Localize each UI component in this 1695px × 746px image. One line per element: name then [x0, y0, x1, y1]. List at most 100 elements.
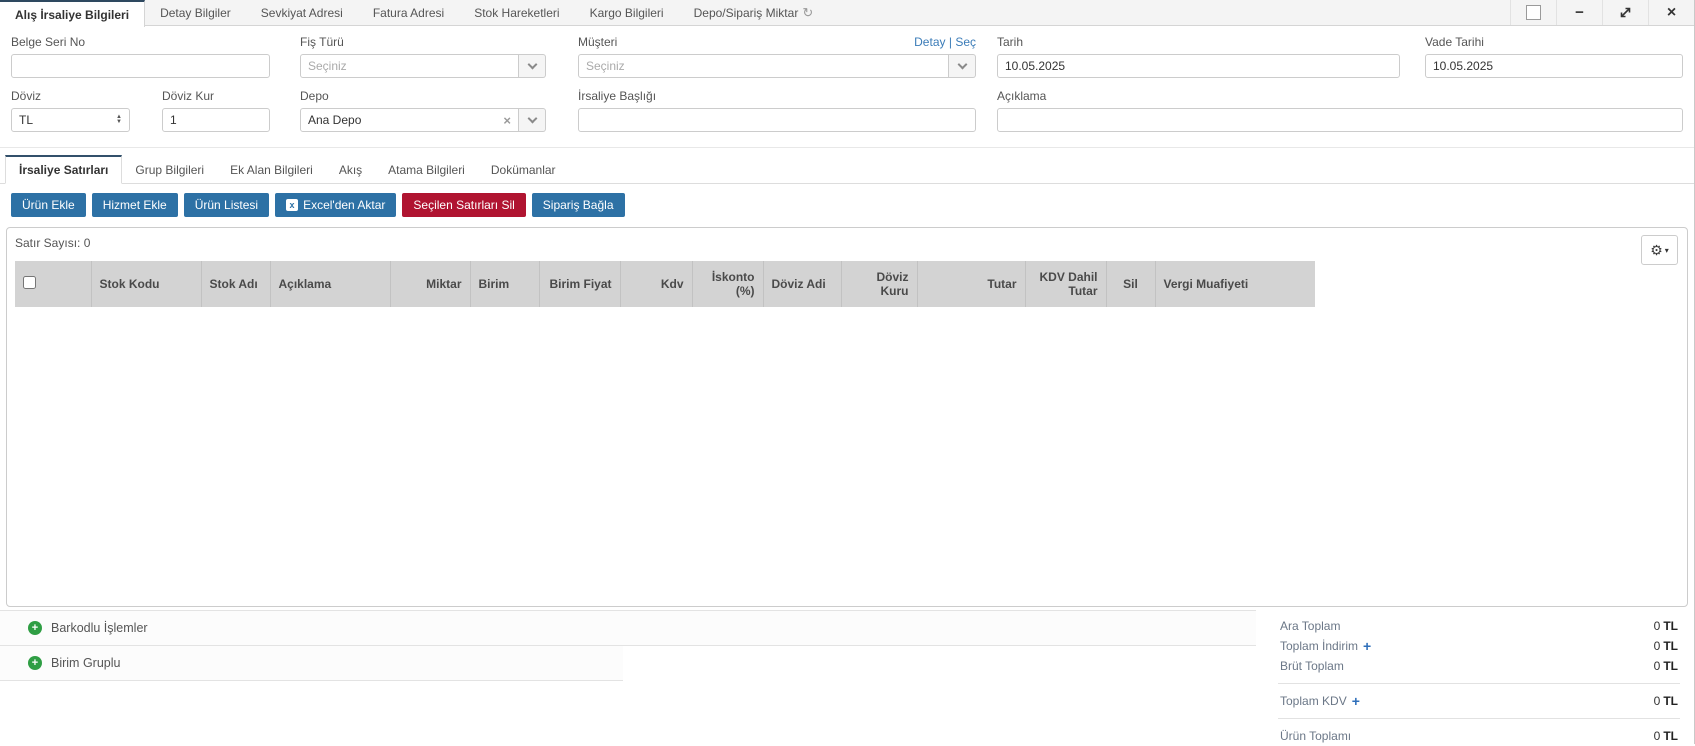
- tab-depo-siparis-miktar[interactable]: Depo/Sipariş Miktar ↻: [679, 0, 829, 25]
- aciklama-input[interactable]: [997, 108, 1683, 132]
- total-label-wrap: Toplam İndirim +: [1280, 639, 1371, 653]
- vade-tarihi-input[interactable]: [1425, 54, 1683, 78]
- depo-value-box: Ana Depo ×: [300, 108, 519, 132]
- hizmet-ekle-button[interactable]: Hizmet Ekle: [92, 193, 178, 217]
- fis-turu-dropdown-button[interactable]: [519, 54, 546, 78]
- doviz-kur-label: Döviz Kur: [162, 89, 270, 103]
- accordion-birim-gruplu[interactable]: + Birim Gruplu: [0, 646, 623, 681]
- belge-seri-no-input[interactable]: [11, 54, 270, 78]
- fis-turu-select[interactable]: Seçiniz: [300, 54, 546, 78]
- currency: TL: [1663, 694, 1678, 708]
- field-fis-turu: Fiş Türü Seçiniz: [300, 35, 546, 78]
- depo-label: Depo: [300, 89, 546, 103]
- subtab-grup-bilgileri[interactable]: Grup Bilgileri: [122, 157, 217, 183]
- subtab-label: Grup Bilgileri: [135, 163, 204, 177]
- fis-turu-placeholder: Seçiniz: [308, 59, 347, 73]
- irsaliye-basligi-input[interactable]: [578, 108, 976, 132]
- tab-label: Stok Hareketleri: [474, 6, 559, 20]
- subtab-irsaliye-satirlari[interactable]: İrsaliye Satırları: [5, 155, 122, 184]
- vade-tarihi-label: Vade Tarihi: [1425, 35, 1683, 49]
- currency: TL: [1663, 729, 1678, 743]
- grid-settings-button[interactable]: ⚙ ▾: [1641, 235, 1678, 265]
- totals-divider: [1278, 718, 1680, 719]
- col-stok-adi: Stok Adı: [201, 261, 270, 307]
- musteri-select[interactable]: Seçiniz: [578, 54, 976, 78]
- field-doviz: Döviz TL ▲▼: [11, 89, 130, 132]
- col-iskonto: İskonto (%): [692, 261, 763, 307]
- button-label: Hizmet Ekle: [103, 198, 167, 212]
- musteri-links: Detay | Seç: [914, 35, 976, 49]
- urun-listesi-button[interactable]: Ürün Listesi: [184, 193, 269, 217]
- tab-alis-irsaliye-bilgileri[interactable]: Alış İrsaliye Bilgileri: [0, 0, 145, 27]
- app-window: Alış İrsaliye Bilgileri Detay Bilgiler S…: [0, 0, 1695, 744]
- depo-select[interactable]: Ana Depo ×: [300, 108, 546, 132]
- musteri-detay-link[interactable]: Detay: [914, 35, 945, 49]
- urun-ekle-button[interactable]: Ürün Ekle: [11, 193, 86, 217]
- belge-seri-no-label: Belge Seri No: [11, 35, 270, 49]
- pin-icon: [1526, 5, 1541, 20]
- close-icon: ×: [1667, 4, 1676, 22]
- add-discount-icon[interactable]: +: [1363, 639, 1371, 653]
- tab-detay-bilgiler[interactable]: Detay Bilgiler: [145, 0, 246, 25]
- maximize-button[interactable]: [1602, 0, 1648, 25]
- fis-turu-label: Fiş Türü: [300, 35, 546, 49]
- accordion-barkodlu-islemler[interactable]: + Barkodlu İşlemler: [0, 610, 1256, 646]
- doviz-kur-input[interactable]: [162, 108, 270, 132]
- caret-down-icon: ▾: [1665, 246, 1669, 255]
- bottom-area: + Barkodlu İşlemler + Birim Gruplu Ara T…: [0, 610, 1694, 746]
- add-kdv-icon[interactable]: +: [1352, 694, 1360, 708]
- clear-icon[interactable]: ×: [503, 113, 511, 128]
- button-label: Ürün Ekle: [22, 198, 75, 212]
- chevron-down-icon: [527, 59, 537, 69]
- select-all-checkbox[interactable]: [23, 276, 36, 289]
- tarih-input[interactable]: [997, 54, 1400, 78]
- total-value: 0TL: [1654, 619, 1678, 633]
- close-button[interactable]: ×: [1648, 0, 1694, 25]
- total-value: 0TL: [1654, 694, 1678, 708]
- amount: 0: [1654, 639, 1661, 653]
- total-label-wrap: Ürün Toplamı: [1280, 729, 1351, 743]
- accordion-label: Barkodlu İşlemler: [51, 621, 148, 635]
- tab-kargo-bilgileri[interactable]: Kargo Bilgileri: [575, 0, 679, 25]
- subtab-atama-bilgileri[interactable]: Atama Bilgileri: [375, 157, 478, 183]
- line-toolbar: Ürün Ekle Hizmet Ekle Ürün Listesi x Exc…: [0, 184, 1694, 225]
- gear-icon: ⚙: [1650, 242, 1663, 259]
- tab-stok-hareketleri[interactable]: Stok Hareketleri: [459, 0, 574, 25]
- header-form: Belge Seri No Fiş Türü Seçiniz Müşteri D…: [0, 26, 1694, 148]
- lines-table: Stok Kodu Stok Adı Açıklama Miktar Birim…: [15, 261, 1315, 307]
- currency: TL: [1663, 619, 1678, 633]
- table-header-row: Stok Kodu Stok Adı Açıklama Miktar Birim…: [15, 261, 1315, 307]
- top-tabbar: Alış İrsaliye Bilgileri Detay Bilgiler S…: [0, 0, 1694, 26]
- subtab-dokumanlar[interactable]: Dokümanlar: [478, 157, 569, 183]
- refresh-icon[interactable]: ↻: [802, 5, 813, 21]
- lines-grid-panel: Satır Sayısı: 0 ⚙ ▾ Stok Kodu Stok Adı A…: [6, 227, 1688, 607]
- tab-sevkiyat-adresi[interactable]: Sevkiyat Adresi: [246, 0, 358, 25]
- field-depo: Depo Ana Depo ×: [300, 89, 546, 132]
- secilen-satirlari-sil-button[interactable]: Seçilen Satırları Sil: [402, 193, 525, 217]
- spinner-icon: ▲▼: [116, 115, 122, 125]
- tab-label: Alış İrsaliye Bilgileri: [15, 8, 129, 22]
- subtab-ek-alan-bilgileri[interactable]: Ek Alan Bilgileri: [217, 157, 326, 183]
- tab-label: Kargo Bilgileri: [590, 6, 664, 20]
- total-value: 0TL: [1654, 729, 1678, 743]
- minimize-button[interactable]: −: [1556, 0, 1602, 25]
- subtab-label: Ek Alan Bilgileri: [230, 163, 313, 177]
- musteri-dropdown-button[interactable]: [949, 54, 976, 78]
- doviz-select[interactable]: TL ▲▼: [11, 108, 130, 132]
- window-controls: − ×: [1510, 0, 1694, 25]
- form-row-2: Döviz TL ▲▼ Döviz Kur Depo Ana Depo ×: [11, 89, 1694, 132]
- musteri-sec-link[interactable]: Seç: [955, 35, 976, 49]
- col-sil: Sil: [1106, 261, 1155, 307]
- subtab-akis[interactable]: Akış: [326, 157, 375, 183]
- totals-divider: [1278, 683, 1680, 684]
- col-kdv: Kdv: [620, 261, 692, 307]
- field-doviz-kur: Döviz Kur: [162, 89, 270, 132]
- depo-dropdown-button[interactable]: [519, 108, 546, 132]
- tab-fatura-adresi[interactable]: Fatura Adresi: [358, 0, 459, 25]
- pin-button[interactable]: [1510, 0, 1556, 25]
- minimize-icon: −: [1575, 4, 1584, 21]
- excelden-aktar-button[interactable]: x Excel'den Aktar: [275, 193, 396, 217]
- siparis-bagla-button[interactable]: Sipariş Bağla: [532, 193, 625, 217]
- button-label: Seçilen Satırları Sil: [413, 198, 514, 212]
- button-label: Sipariş Bağla: [543, 198, 614, 212]
